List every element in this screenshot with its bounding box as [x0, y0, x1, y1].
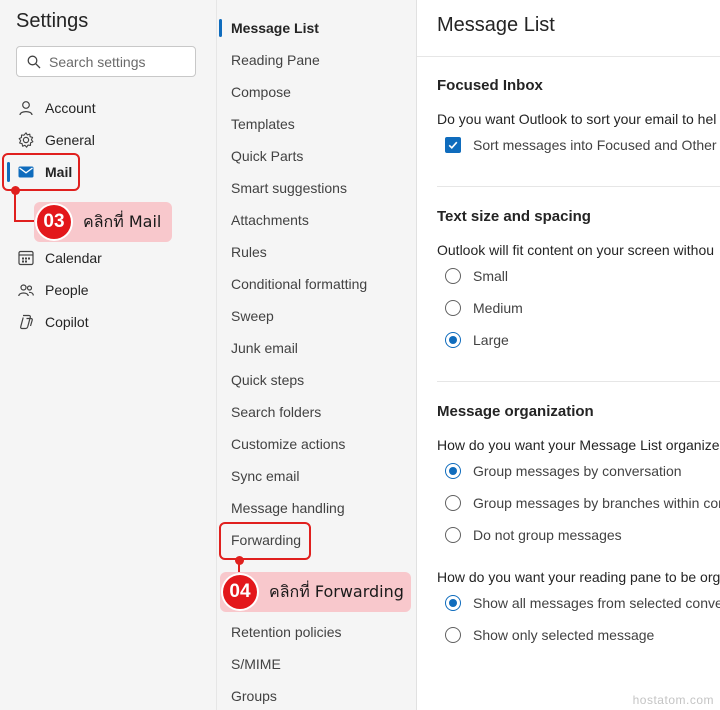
- section-divider: [437, 381, 720, 382]
- reading-option-all[interactable]: Show all messages from selected conver: [445, 592, 720, 614]
- menu-item-smart-suggestions[interactable]: Smart suggestions: [231, 177, 347, 199]
- copilot-icon: [16, 312, 36, 332]
- menu-item-message-handling[interactable]: Message handling: [231, 497, 345, 519]
- menu-item-smime[interactable]: S/MIME: [231, 653, 281, 675]
- panel-title: Message List: [437, 14, 555, 36]
- menu-item-sweep[interactable]: Sweep: [231, 305, 274, 327]
- option-label: Show only selected message: [473, 627, 655, 643]
- step-04-badge: 04: [223, 575, 257, 609]
- step-03-text: คลิกที่ Mail: [83, 211, 162, 231]
- menu-item-customize-actions[interactable]: Customize actions: [231, 433, 345, 455]
- search-icon: [27, 55, 41, 68]
- radio-large[interactable]: [445, 332, 461, 348]
- menu-item-junk-email[interactable]: Junk email: [231, 337, 298, 359]
- selected-indicator: [219, 19, 222, 37]
- settings-title: Settings: [16, 10, 89, 32]
- connector-line: [14, 220, 36, 222]
- radio-medium[interactable]: [445, 300, 461, 316]
- nav-item-label: Account: [45, 100, 96, 116]
- menu-item-message-list[interactable]: Message List: [231, 17, 319, 39]
- menu-item-rules[interactable]: Rules: [231, 241, 267, 263]
- nav-item-label: General: [45, 132, 95, 148]
- radio-show-all[interactable]: [445, 595, 461, 611]
- forwarding-highlight-box: [219, 522, 311, 560]
- step-03-callout: 03 คลิกที่ Mail: [34, 202, 172, 242]
- settings-nav-pane: Settings Account General Mail Calendar P…: [0, 0, 216, 710]
- people-icon: [16, 280, 36, 300]
- message-organization-description: How do you want your Message List organi…: [437, 437, 720, 453]
- focused-inbox-checkbox[interactable]: [445, 137, 461, 153]
- search-settings-box[interactable]: [16, 46, 196, 77]
- nav-item-account[interactable]: Account: [16, 94, 96, 122]
- checkmark-icon: [448, 141, 458, 149]
- person-icon: [16, 98, 36, 118]
- text-size-option-large[interactable]: Large: [445, 329, 509, 351]
- connector-line: [14, 190, 16, 222]
- option-label: Group messages by branches within con: [473, 495, 720, 511]
- reading-pane-description: How do you want your reading pane to be …: [437, 569, 720, 585]
- reading-option-selected[interactable]: Show only selected message: [445, 624, 654, 646]
- option-label: Group messages by conversation: [473, 463, 682, 479]
- text-size-option-small[interactable]: Small: [445, 265, 508, 287]
- text-size-option-medium[interactable]: Medium: [445, 297, 523, 319]
- menu-item-conditional-formatting[interactable]: Conditional formatting: [231, 273, 367, 295]
- nav-item-copilot[interactable]: Copilot: [16, 308, 89, 336]
- option-label: Medium: [473, 300, 523, 316]
- menu-item-compose[interactable]: Compose: [231, 81, 291, 103]
- menu-item-retention-policies[interactable]: Retention policies: [231, 621, 342, 643]
- text-size-description: Outlook will fit content on your screen …: [437, 242, 715, 258]
- nav-item-calendar[interactable]: Calendar: [16, 244, 102, 272]
- nav-item-label: Calendar: [45, 250, 102, 266]
- nav-item-label: People: [45, 282, 89, 298]
- org-option-no-group[interactable]: Do not group messages: [445, 524, 622, 546]
- radio-show-selected[interactable]: [445, 627, 461, 643]
- radio-no-group[interactable]: [445, 527, 461, 543]
- watermark: hostatom.com: [632, 693, 714, 707]
- radio-group-branches[interactable]: [445, 495, 461, 511]
- nav-item-label: Copilot: [45, 314, 89, 330]
- step-04-callout: 04 คลิกที่ Forwarding: [220, 572, 411, 612]
- option-label: Large: [473, 332, 509, 348]
- message-list-settings-panel: Message List Focused Inbox Do you want O…: [416, 0, 720, 710]
- option-label: Show all messages from selected conver: [473, 595, 720, 611]
- menu-item-templates[interactable]: Templates: [231, 113, 295, 135]
- radio-small[interactable]: [445, 268, 461, 284]
- search-settings-input[interactable]: [49, 53, 189, 70]
- gear-icon: [16, 130, 36, 150]
- menu-item-search-folders[interactable]: Search folders: [231, 401, 321, 423]
- menu-item-groups[interactable]: Groups: [231, 685, 277, 707]
- step-04-text: คลิกที่ Forwarding: [269, 581, 404, 601]
- section-divider: [437, 186, 720, 187]
- menu-item-reading-pane[interactable]: Reading Pane: [231, 49, 320, 71]
- step-03-badge: 03: [37, 205, 71, 239]
- org-option-conversation[interactable]: Group messages by conversation: [445, 460, 682, 482]
- focused-inbox-heading: Focused Inbox: [437, 77, 543, 94]
- option-label: Do not group messages: [473, 527, 622, 543]
- calendar-icon: [16, 248, 36, 268]
- header-divider: [417, 56, 720, 57]
- focused-inbox-description: Do you want Outlook to sort your email t…: [437, 111, 717, 127]
- nav-item-general[interactable]: General: [16, 126, 95, 154]
- radio-group-conversation[interactable]: [445, 463, 461, 479]
- org-option-branches[interactable]: Group messages by branches within con: [445, 492, 720, 514]
- menu-item-quick-steps[interactable]: Quick steps: [231, 369, 304, 391]
- focused-inbox-option[interactable]: Sort messages into Focused and Other: [445, 134, 717, 156]
- menu-item-attachments[interactable]: Attachments: [231, 209, 309, 231]
- menu-item-quick-parts[interactable]: Quick Parts: [231, 145, 303, 167]
- nav-item-people[interactable]: People: [16, 276, 89, 304]
- option-label: Small: [473, 268, 509, 284]
- focused-inbox-label: Sort messages into Focused and Other: [473, 137, 717, 153]
- menu-item-sync-email[interactable]: Sync email: [231, 465, 299, 487]
- text-size-heading: Text size and spacing: [437, 208, 591, 225]
- message-organization-heading: Message organization: [437, 403, 594, 420]
